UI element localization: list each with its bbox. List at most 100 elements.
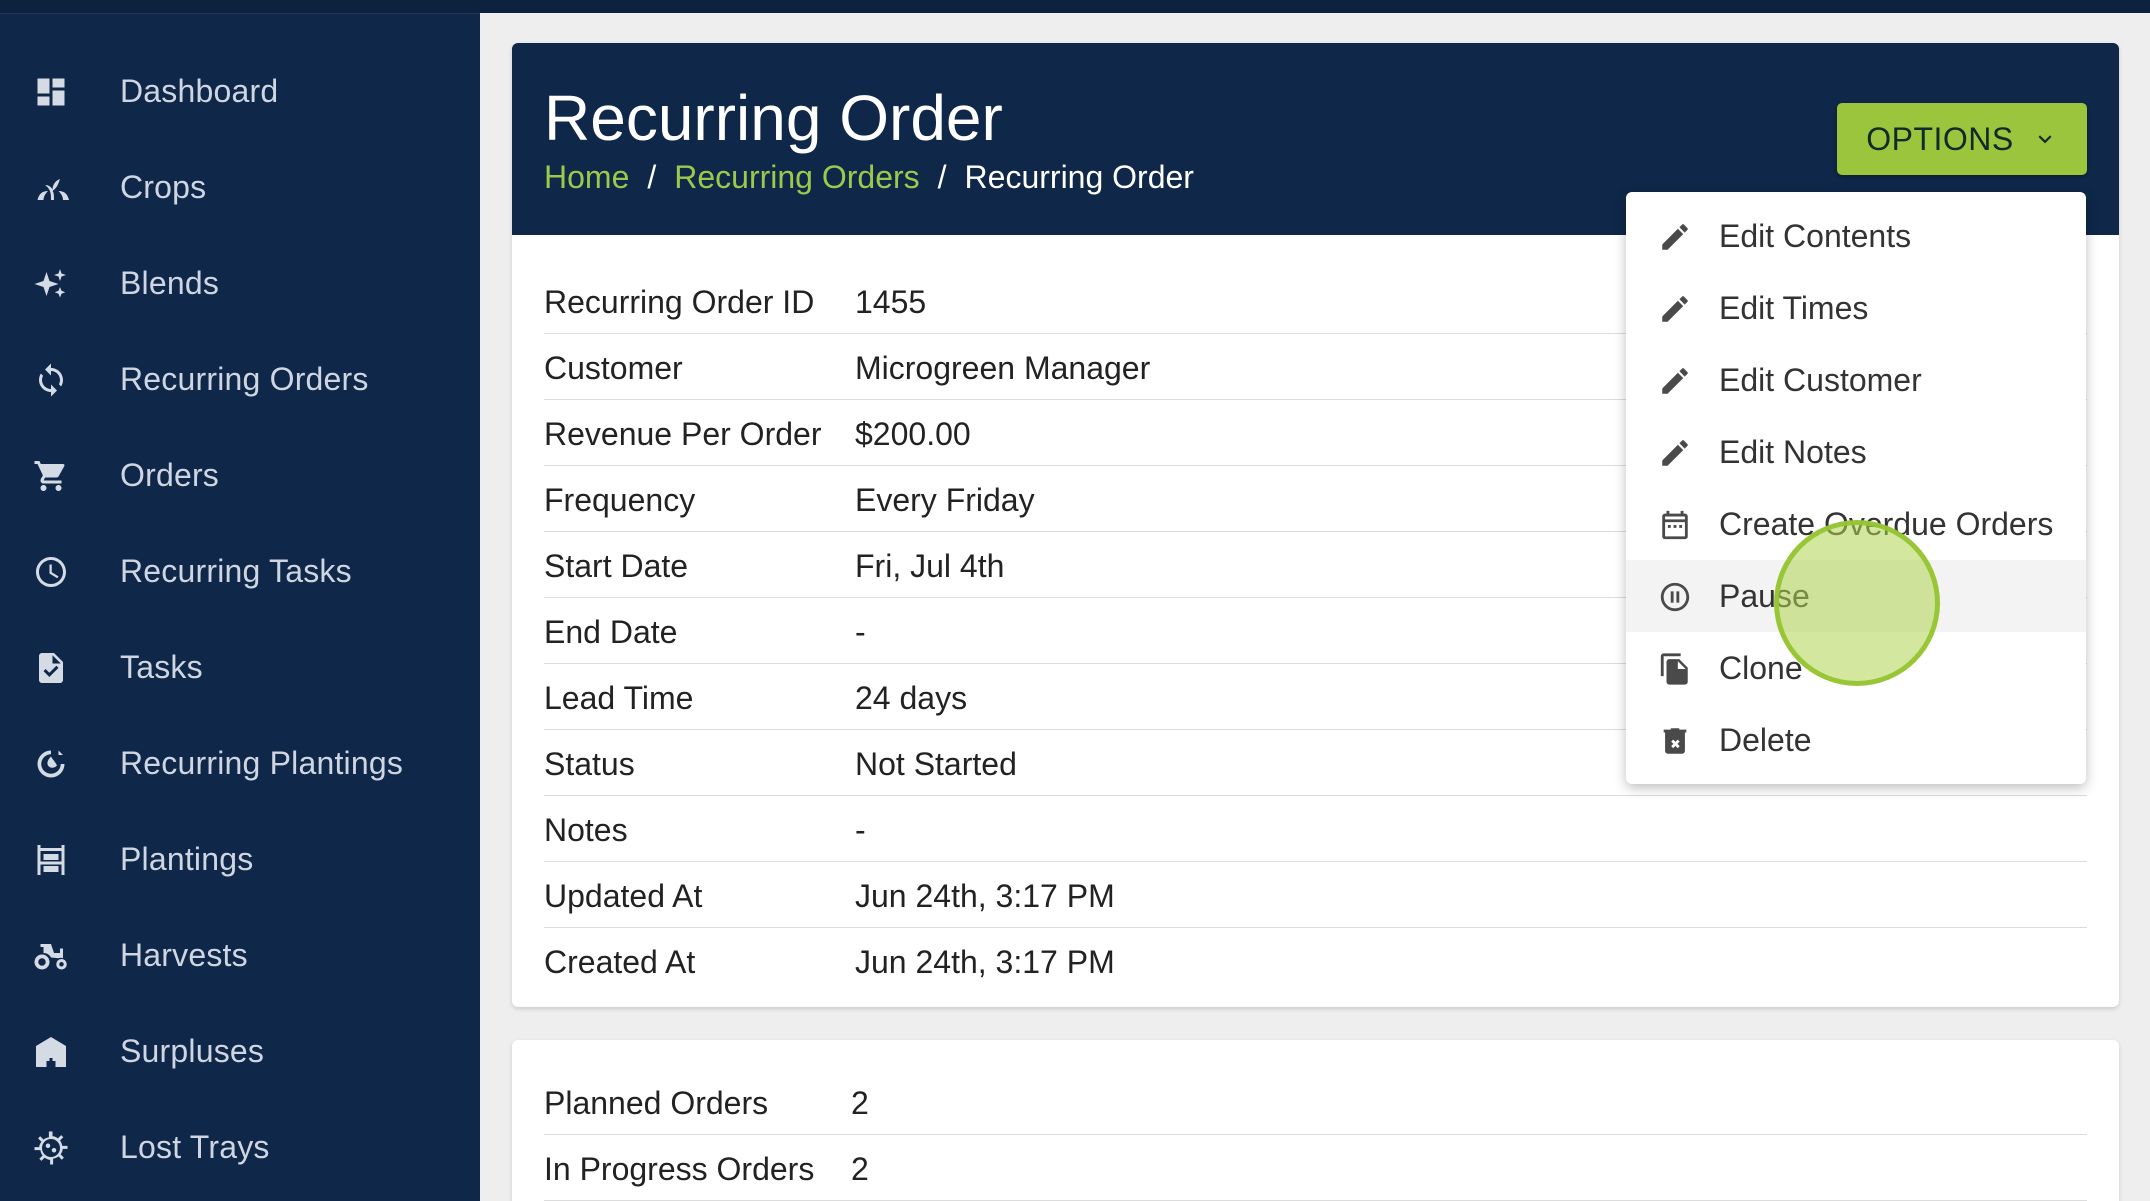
cart-icon	[32, 457, 70, 495]
breadcrumb: Home / Recurring Orders / Recurring Orde…	[544, 159, 1194, 196]
top-bar	[0, 0, 2150, 13]
pause-circle-icon	[1658, 580, 1692, 614]
breadcrumb-home-link[interactable]: Home	[544, 159, 629, 196]
sidebar-item-label: Recurring Orders	[120, 360, 369, 397]
sidebar-item-label: Dashboard	[120, 72, 279, 109]
sidebar-item-label: Tasks	[120, 648, 203, 685]
detail-value: Microgreen Manager	[855, 350, 1151, 386]
copy-icon	[1658, 652, 1692, 686]
sidebar-item-recurring-tasks[interactable]: Recurring Tasks	[0, 523, 480, 619]
file-check-icon	[32, 649, 70, 687]
summary-value: 2	[851, 1151, 869, 1187]
detail-label: Created At	[544, 944, 696, 980]
detail-value: Every Friday	[855, 482, 1035, 518]
detail-label: Start Date	[544, 548, 689, 584]
sidebar-item-label: Orders	[120, 456, 219, 493]
shelves-icon	[32, 841, 70, 879]
detail-value: Not Started	[855, 746, 1017, 782]
seed-cycle-icon	[32, 745, 70, 783]
dashboard-icon	[32, 73, 70, 111]
sidebar-item-blends[interactable]: Blends	[0, 235, 480, 331]
sidebar-item-label: Harvests	[120, 936, 248, 973]
sidebar-item-lost-trays[interactable]: Lost Trays	[0, 1099, 480, 1195]
sidebar-item-plantings[interactable]: Plantings	[0, 811, 480, 907]
detail-label: Updated At	[544, 878, 703, 914]
sidebar-item-label: Blends	[120, 264, 220, 301]
detail-row-notes: Notes -	[544, 796, 2087, 862]
detail-value: 1455	[855, 284, 927, 320]
menu-item-edit-notes[interactable]: Edit Notes	[1626, 416, 2086, 488]
pencil-icon	[1658, 220, 1692, 254]
sidebar-item-dashboard[interactable]: Dashboard	[0, 43, 480, 139]
sidebar-item-recurring-orders[interactable]: Recurring Orders	[0, 331, 480, 427]
detail-label: End Date	[544, 614, 678, 650]
sidebar-item-label: Recurring Tasks	[120, 552, 352, 589]
sidebar-item-surpluses[interactable]: Surpluses	[0, 1003, 480, 1099]
options-button-label: OPTIONS	[1866, 120, 2014, 157]
summary-row-planned-orders: Planned Orders 2	[544, 1069, 2087, 1135]
chevron-down-icon	[2038, 135, 2052, 144]
summary-value: 2	[851, 1085, 869, 1121]
menu-item-label: Edit Customer	[1719, 362, 1922, 398]
menu-item-label: Pause	[1719, 578, 1810, 614]
refresh-icon	[32, 361, 70, 399]
detail-row-updated-at: Updated At Jun 24th, 3:17 PM	[544, 862, 2087, 928]
detail-row-created-at: Created At Jun 24th, 3:17 PM	[544, 928, 2087, 994]
sparkles-icon	[32, 265, 70, 303]
pencil-icon	[1658, 292, 1692, 326]
summary-label: Planned Orders	[544, 1085, 769, 1121]
tractor-icon	[32, 937, 70, 975]
menu-item-create-overdue-orders[interactable]: Create Overdue Orders	[1626, 488, 2086, 560]
options-button[interactable]: OPTIONS	[1837, 103, 2087, 175]
summary-label: In Progress Orders	[544, 1151, 815, 1187]
detail-label: Customer	[544, 350, 683, 386]
detail-value: Jun 24th, 3:17 PM	[855, 878, 1115, 914]
page-title: Recurring Order	[544, 82, 1003, 154]
sidebar-item-label: Plantings	[120, 840, 254, 877]
menu-item-edit-times[interactable]: Edit Times	[1626, 272, 2086, 344]
clock-icon	[32, 553, 70, 591]
menu-item-pause[interactable]: Pause	[1626, 560, 2086, 632]
detail-label: Status	[544, 746, 635, 782]
order-summary-card: Planned Orders 2 In Progress Orders 2	[512, 1040, 2119, 1201]
sidebar-item-orders[interactable]: Orders	[0, 427, 480, 523]
menu-item-delete[interactable]: Delete	[1626, 704, 2086, 776]
menu-item-label: Delete	[1719, 722, 1812, 758]
detail-value: Jun 24th, 3:17 PM	[855, 944, 1115, 980]
detail-label: Notes	[544, 812, 628, 848]
detail-value: $200.00	[855, 416, 971, 452]
breadcrumb-recurring-orders-link[interactable]: Recurring Orders	[674, 159, 919, 196]
menu-item-edit-contents[interactable]: Edit Contents	[1626, 200, 2086, 272]
sidebar-item-tasks[interactable]: Tasks	[0, 619, 480, 715]
detail-label: Recurring Order ID	[544, 284, 815, 320]
sidebar-item-label: Crops	[120, 168, 207, 205]
sidebar-item-harvests[interactable]: Harvests	[0, 907, 480, 1003]
menu-item-label: Edit Times	[1719, 290, 1869, 326]
detail-label: Frequency	[544, 482, 696, 518]
sidebar-item-label: Surpluses	[120, 1032, 265, 1069]
pencil-icon	[1658, 436, 1692, 470]
sidebar-item-label: Lost Trays	[120, 1128, 270, 1165]
breadcrumb-separator: /	[647, 159, 657, 195]
sidebar-item-crops[interactable]: Crops	[0, 139, 480, 235]
menu-item-edit-customer[interactable]: Edit Customer	[1626, 344, 2086, 416]
summary-row-in-progress-orders: In Progress Orders 2	[544, 1135, 2087, 1201]
sidebar: Dashboard Crops Blends Recurring Orders …	[0, 13, 480, 1201]
virus-icon	[32, 1129, 70, 1167]
menu-item-label: Edit Notes	[1719, 434, 1867, 470]
trash-icon	[1658, 724, 1692, 758]
calendar-icon	[1658, 508, 1692, 542]
detail-value: 24 days	[855, 680, 968, 716]
sidebar-item-recurring-plantings[interactable]: Recurring Plantings	[0, 715, 480, 811]
sprout-icon	[32, 169, 70, 207]
menu-item-clone[interactable]: Clone	[1626, 632, 2086, 704]
breadcrumb-separator: /	[937, 159, 947, 195]
pencil-icon	[1658, 364, 1692, 398]
options-dropdown-menu: Edit Contents Edit Times Edit Customer E…	[1626, 192, 2086, 784]
breadcrumb-current: Recurring Order	[964, 159, 1194, 195]
detail-value: Fri, Jul 4th	[855, 548, 1005, 584]
menu-item-label: Clone	[1719, 650, 1803, 686]
detail-value: -	[855, 812, 866, 848]
detail-value: -	[855, 614, 866, 650]
detail-label: Lead Time	[544, 680, 694, 716]
